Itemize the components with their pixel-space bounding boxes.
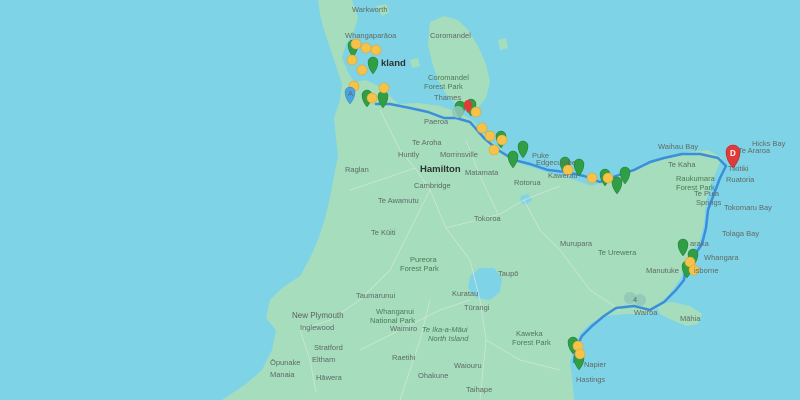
marker-yellow[interactable] <box>370 44 382 56</box>
marker-yellow[interactable] <box>488 144 500 156</box>
label-manaia: Manaia <box>270 370 295 379</box>
label-te-kaha: Te Kaha <box>668 160 696 169</box>
label-hawera: Hāwera <box>316 373 343 382</box>
map-canvas[interactable]: 4 A D Warkworth Whangaparāoa Coromandel … <box>0 0 800 400</box>
marker-yellow[interactable] <box>350 38 362 50</box>
label-stratford: Stratford <box>314 343 343 352</box>
label-kawerau: Kawerau <box>548 171 578 180</box>
label-rotorua: Rotorua <box>514 178 542 187</box>
label-taupo: Taupō <box>498 269 518 278</box>
label-gisborne: isborne <box>694 266 719 275</box>
label-kuratau: Kuratau <box>452 289 478 298</box>
label-te-urewera: Te Urewera <box>598 248 637 257</box>
label-coromandel: Coromandel <box>430 31 471 40</box>
label-ohakune: Ohakune <box>418 371 448 380</box>
label-te-aroha: Te Aroha <box>412 138 442 147</box>
marker-yellow[interactable] <box>496 134 508 146</box>
label-murupara: Murupara <box>560 239 593 248</box>
label-pureora: Pureora <box>410 255 438 264</box>
label-raukumara-fp: Forest Park <box>676 183 715 192</box>
label-auckland: kland <box>381 58 406 69</box>
label-whangara: Whangara <box>704 253 739 262</box>
marker-yellow[interactable] <box>586 172 598 184</box>
label-raukumara: Raukumara <box>676 174 716 183</box>
marker-yellow[interactable] <box>476 122 488 134</box>
label-hamilton: Hamilton <box>420 164 461 175</box>
marker-yellow[interactable] <box>484 130 496 142</box>
label-turangi: Tūrangi <box>464 303 490 312</box>
label-waiouru: Waiouru <box>454 361 482 370</box>
label-whanganui: Whanganui <box>376 307 414 316</box>
label-te-kuiti: Te Kūiti <box>371 228 396 237</box>
label-kaweka: Kaweka <box>516 329 544 338</box>
label-manutuke: Manutuke <box>646 266 679 275</box>
marker-yellow[interactable] <box>574 348 586 360</box>
label-morrinsville: Morrinsville <box>440 150 478 159</box>
label-mahia: Māhia <box>680 314 701 323</box>
label-eltham: Eltham <box>312 355 335 364</box>
label-whangaparaoa: Whangaparāoa <box>345 31 397 40</box>
label-matamata: Matamata <box>465 168 499 177</box>
label-tolaga-bay: Tolaga Bay <box>722 229 759 238</box>
destination-marker-label: D <box>730 149 736 158</box>
label-puke: Puke <box>532 151 549 160</box>
label-north-island: North Island <box>428 334 469 343</box>
label-te-karaka: araka <box>690 239 710 248</box>
marker-yellow[interactable] <box>356 64 368 76</box>
label-warkworth: Warkworth <box>352 5 388 14</box>
marker-yellow[interactable] <box>470 106 482 118</box>
label-te-awamutu: Te Awamutu <box>378 196 419 205</box>
label-coromandel-fp: Coromandel <box>428 73 469 82</box>
label-wairoa: Wairoa <box>634 308 658 317</box>
label-raetihi: Raetihi <box>392 353 416 362</box>
label-kaweka-fp: Forest Park <box>512 338 551 347</box>
label-pureora-fp: Forest Park <box>400 264 439 273</box>
label-coromandel-fp-2: Forest Park <box>424 82 463 91</box>
label-cambridge: Cambridge <box>414 181 451 190</box>
label-paeroa: Paeroa <box>424 117 449 126</box>
marker-yellow[interactable] <box>378 82 390 94</box>
wairoa-cluster-label: 4 <box>633 295 637 304</box>
label-hastings: Hastings <box>576 375 605 384</box>
label-tokoroa: Tokoroa <box>474 214 502 223</box>
marker-yellow[interactable] <box>366 92 378 104</box>
blue-marker-label: A <box>348 89 353 98</box>
label-tikitiki: Tikitiki <box>728 164 749 173</box>
marker-yellow[interactable] <box>602 172 614 184</box>
label-hicks-bay: Hicks Bay <box>752 139 786 148</box>
label-taihape: Taihape <box>466 385 492 394</box>
label-thames: Thames <box>434 93 461 102</box>
marker-yellow[interactable] <box>360 42 372 54</box>
label-tokomaru-bay: Tokomaru Bay <box>724 203 772 212</box>
label-waihau-bay: Waihau Bay <box>658 142 698 151</box>
label-huntly: Huntly <box>398 150 420 159</box>
label-raglan: Raglan <box>345 165 369 174</box>
label-inglewood: Inglewood <box>300 323 334 332</box>
label-waimiro: Waimiro <box>390 324 417 333</box>
label-te-ika: Te Ika-a-Māui <box>422 325 468 334</box>
label-taumarunui: Taumarunui <box>356 291 396 300</box>
marker-yellow[interactable] <box>346 54 358 66</box>
label-opunake: Ōpunake <box>270 358 300 367</box>
label-springs: Springs <box>696 198 722 207</box>
label-napier: Napier <box>584 360 607 369</box>
label-ruatoria: Ruatoria <box>726 175 755 184</box>
label-new-plymouth: New Plymouth <box>292 311 344 320</box>
